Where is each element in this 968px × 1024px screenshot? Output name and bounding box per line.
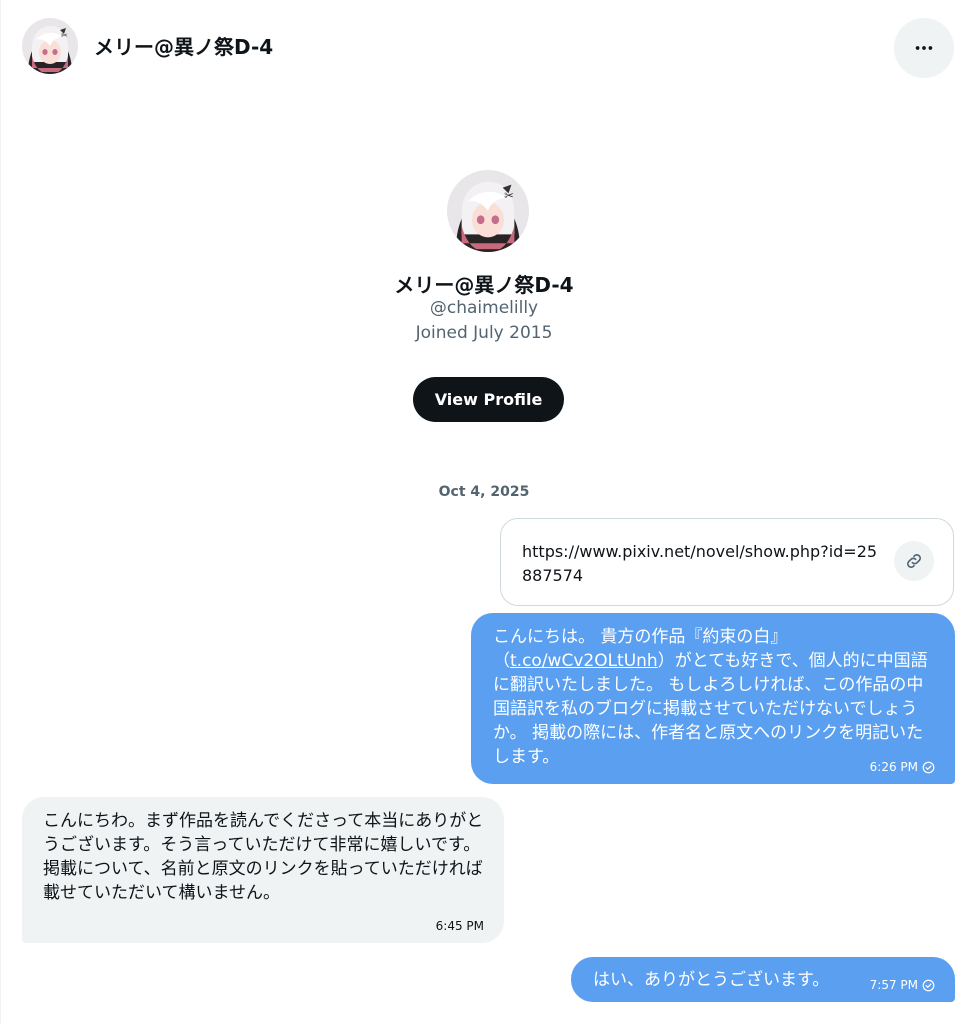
svg-text:✂: ✂: [61, 31, 68, 40]
message-time: 6:45 PM: [435, 919, 484, 933]
profile-name: メリー@異ノ祭D-4: [394, 273, 574, 297]
view-profile-button[interactable]: View Profile: [413, 377, 564, 422]
conversation-header: ✂ メリー@異ノ祭D-4: [0, 0, 968, 96]
message-text: こんにちわ。まず作品を読んでくださって本当にありがとうございます。そう言っていた…: [43, 811, 484, 903]
message-bubble-incoming[interactable]: こんにちわ。まず作品を読んでくださって本当にありがとうございます。そう言っていた…: [22, 797, 504, 943]
message-time: 7:57 PM: [869, 978, 918, 992]
link-card[interactable]: https://www.pixiv.net/novel/show.php?id=…: [500, 518, 954, 606]
read-check-icon: [922, 979, 935, 992]
left-border: [0, 0, 1, 1024]
profile-joined-date: Joined July 2015: [415, 323, 553, 343]
message-meta: 6:45 PM: [436, 919, 484, 933]
message-meta: 7:57 PM: [870, 978, 935, 992]
header-name[interactable]: メリー@異ノ祭D-4: [94, 31, 273, 60]
read-check-icon: [922, 761, 935, 774]
message-time: 6:26 PM: [869, 760, 918, 774]
date-separator: Oct 4, 2025: [438, 484, 530, 500]
more-options-button[interactable]: [894, 18, 954, 78]
message-link[interactable]: t.co/wCv2OLtUnh: [510, 651, 658, 671]
header-avatar[interactable]: ✂: [22, 18, 78, 74]
message-bubble-outgoing[interactable]: はい、ありがとうございます。 7:57 PM: [571, 957, 955, 1002]
svg-text:✂: ✂: [504, 188, 514, 202]
message-text: こんにちは。 貴方の作品『約束の白』（t.co/wCv2OLtUnh）がとても好…: [493, 625, 935, 769]
message-bubble-outgoing[interactable]: こんにちは。 貴方の作品『約束の白』（t.co/wCv2OLtUnh）がとても好…: [471, 613, 955, 784]
more-horizontal-icon: [915, 46, 933, 50]
message-meta: 6:26 PM: [870, 760, 935, 774]
profile-avatar[interactable]: ✂: [447, 170, 529, 252]
link-card-url[interactable]: https://www.pixiv.net/novel/show.php?id=…: [522, 540, 882, 588]
profile-handle: @chaimelilly: [429, 298, 539, 318]
link-icon[interactable]: [894, 541, 934, 581]
